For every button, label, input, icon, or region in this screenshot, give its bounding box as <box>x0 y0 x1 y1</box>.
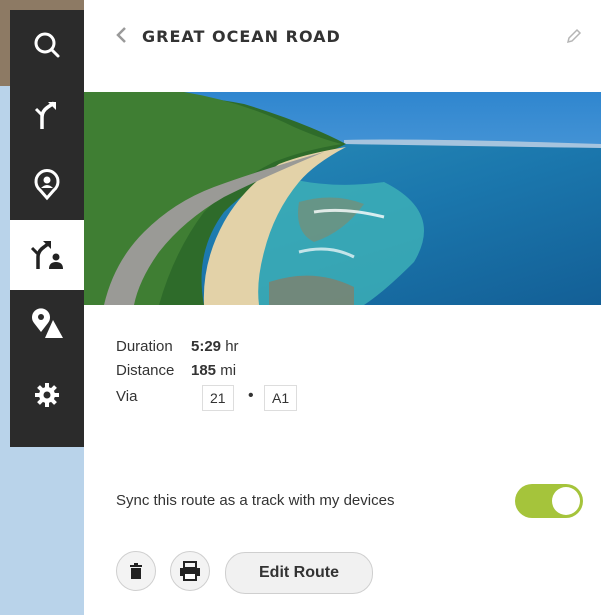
user-location-icon <box>34 169 60 201</box>
coastline-photo <box>84 92 601 305</box>
pencil-icon <box>566 28 582 44</box>
duration-value: 5:29 hr <box>191 338 239 355</box>
via-road-badge: 21 <box>202 385 234 411</box>
via-separator: • <box>248 387 254 404</box>
search-icon <box>34 32 60 58</box>
trash-icon <box>130 563 142 579</box>
toggle-knob <box>552 487 580 515</box>
route-plan-icon <box>34 101 56 129</box>
sidebar-item-my-routes[interactable] <box>10 220 84 290</box>
sidebar-item-settings[interactable] <box>10 360 84 430</box>
route-detail-panel: GREAT OCEAN ROAD Duration 5:29 hr Distan… <box>84 0 601 615</box>
sync-label: Sync this route as a track with my devic… <box>116 492 395 509</box>
back-button[interactable] <box>110 24 132 46</box>
sidebar-item-points-of-interest[interactable] <box>10 290 84 360</box>
rename-route-button[interactable] <box>565 27 583 45</box>
printer-icon <box>180 561 200 581</box>
my-routes-icon <box>30 241 63 269</box>
sync-toggle[interactable] <box>515 484 583 518</box>
print-route-button[interactable] <box>170 551 210 591</box>
route-photo <box>84 92 601 305</box>
sidebar-item-route-planner[interactable] <box>10 80 84 150</box>
sidebar <box>10 10 84 447</box>
edit-route-button[interactable]: Edit Route <box>225 552 373 594</box>
sidebar-item-profile[interactable] <box>10 150 84 220</box>
sidebar-item-search[interactable] <box>10 10 84 80</box>
poi-mountain-icon <box>32 308 63 338</box>
chevron-left-icon <box>116 27 126 43</box>
via-road-badge: A1 <box>264 385 298 411</box>
via-label: Via <box>116 388 138 405</box>
route-title: GREAT OCEAN ROAD <box>142 27 341 46</box>
duration-label: Duration <box>116 338 173 355</box>
distance-label: Distance <box>116 362 175 379</box>
gear-icon <box>35 383 59 407</box>
distance-value: 185 mi <box>191 362 237 379</box>
delete-route-button[interactable] <box>116 551 156 591</box>
via-row: Via 21 • A1 <box>116 385 416 411</box>
